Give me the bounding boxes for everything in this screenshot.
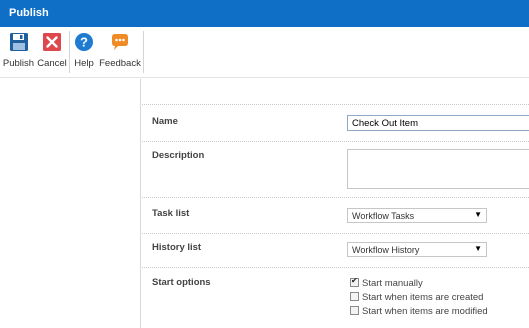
start-on-create-option[interactable]: Start when items are created (350, 292, 483, 303)
svg-text:?: ? (80, 35, 88, 50)
publish-button[interactable]: Publish (2, 27, 35, 78)
help-label: Help (74, 58, 94, 69)
speech-bubble-icon (112, 34, 128, 50)
divider (142, 104, 529, 105)
start-on-create-text: Start when items are created (362, 292, 484, 303)
window-title: Publish (9, 7, 49, 19)
publish-label: Publish (2, 58, 35, 69)
start-manually-checkbox[interactable] (350, 276, 359, 287)
start-on-modify-checkbox[interactable] (350, 306, 359, 315)
ribbon-separator (69, 31, 70, 73)
history-list-value: Workflow History (352, 245, 420, 255)
start-on-create-checkbox[interactable] (350, 292, 359, 301)
dropdown-arrow-icon: ▼ (474, 210, 482, 219)
floppy-disk-icon (9, 33, 28, 51)
divider (142, 233, 529, 234)
task-list-label: Task list (152, 208, 190, 219)
start-on-modify-text: Start when items are modified (362, 306, 488, 317)
task-list-value: Workflow Tasks (352, 211, 415, 221)
dropdown-arrow-icon: ▼ (474, 244, 482, 253)
divider (142, 197, 529, 198)
left-pane (0, 79, 141, 328)
cancel-label: Cancel (37, 58, 67, 69)
description-label: Description (152, 150, 205, 161)
history-list-select[interactable]: Workflow History ▼ (347, 242, 487, 257)
history-list-label: History list (152, 242, 202, 253)
feedback-label: Feedback (99, 58, 141, 69)
publish-form: Name Check Out Item Description Task lis… (142, 79, 529, 328)
start-options-label: Start options (152, 277, 211, 288)
divider (142, 267, 529, 268)
feedback-button[interactable]: Feedback (99, 27, 141, 78)
help-button[interactable]: ? Help (72, 27, 96, 78)
title-bar: Publish (0, 0, 529, 27)
start-manually-text: Start manually (362, 278, 423, 289)
cancel-button[interactable]: Cancel (36, 27, 68, 78)
description-field[interactable] (347, 149, 529, 189)
divider (142, 141, 529, 142)
name-label: Name (152, 116, 178, 127)
close-icon (43, 33, 61, 51)
start-on-modify-option[interactable]: Start when items are modified (350, 306, 488, 317)
question-circle-icon: ? (75, 33, 93, 51)
name-field[interactable]: Check Out Item (347, 115, 529, 131)
start-manually-option[interactable]: Start manually (350, 276, 423, 289)
task-list-select[interactable]: Workflow Tasks ▼ (347, 208, 487, 223)
ribbon-separator (143, 31, 144, 73)
ribbon-toolbar: Publish Cancel ? Help Feedback (0, 27, 529, 78)
